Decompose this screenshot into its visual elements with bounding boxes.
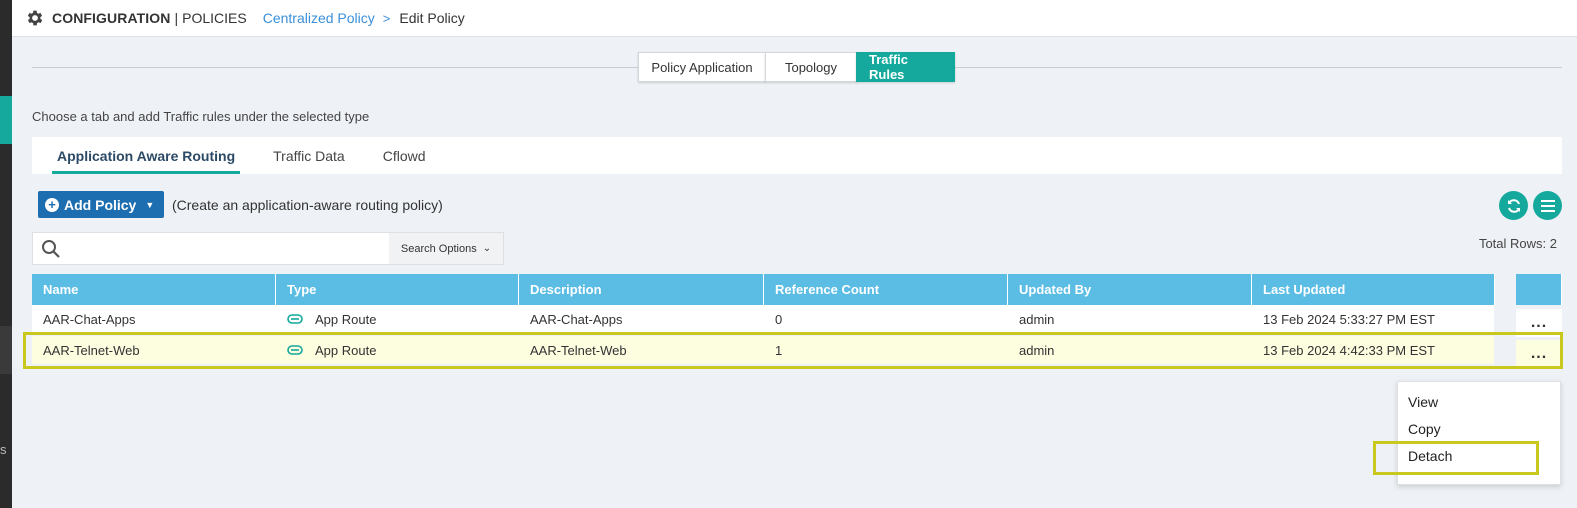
header-gap — [1495, 274, 1516, 305]
app-route-icon — [287, 314, 303, 324]
tab-policy-application[interactable]: Policy Application — [638, 52, 766, 82]
gear-icon — [27, 10, 43, 26]
breadcrumb-centralized-policy[interactable]: Centralized Policy — [263, 10, 375, 26]
column-header-last-updated[interactable]: Last Updated — [1252, 274, 1495, 305]
column-header-reference-count[interactable]: Reference Count — [764, 274, 1008, 305]
cell-name: AAR-Chat-Apps — [43, 311, 136, 327]
caret-down-icon: ▼ — [145, 199, 155, 210]
search-options-dropdown[interactable]: Search Options ⌄ — [389, 233, 503, 264]
left-nav-active-item[interactable] — [0, 96, 12, 144]
search-input[interactable] — [67, 233, 389, 264]
search-options-label: Search Options — [400, 242, 477, 255]
left-nav-item[interactable] — [0, 326, 12, 374]
tab-traffic-data[interactable]: Traffic Data — [268, 137, 350, 174]
column-header-name[interactable]: Name — [32, 274, 276, 305]
tab-application-aware-routing[interactable]: Application Aware Routing — [52, 137, 241, 174]
chevron-down-icon: ⌄ — [482, 243, 492, 254]
total-rows-count: Total Rows: 2 — [1478, 236, 1557, 251]
policy-tabs: Policy Application Topology Traffic Rule… — [638, 52, 955, 82]
plus-circle-icon: + — [45, 197, 59, 212]
instruction-text: Choose a tab and add Traffic rules under… — [32, 109, 370, 124]
add-policy-hint: (Create an application-aware routing pol… — [172, 197, 443, 213]
refresh-button[interactable] — [1499, 191, 1528, 220]
page-header: CONFIGURATION | POLICIES Centralized Pol… — [12, 0, 1577, 37]
menu-item-view[interactable]: View — [1408, 394, 1438, 410]
breadcrumb-current: Edit Policy — [399, 10, 465, 26]
table-menu-button[interactable] — [1533, 191, 1562, 220]
section-title: CONFIGURATION — [52, 10, 171, 26]
table-header: Name Type Description Reference Count Up… — [32, 274, 1562, 305]
row-highlight-box — [23, 332, 1563, 369]
rule-type-tabs: Application Aware Routing Traffic Data C… — [32, 137, 1562, 174]
cell-type: App Route — [276, 305, 519, 333]
detach-highlight-box — [1373, 441, 1539, 475]
left-nav-label-fragment: s — [0, 442, 7, 457]
hamburger-icon — [1540, 199, 1555, 212]
column-header-actions — [1516, 274, 1562, 305]
cell-reference-count: 0 — [775, 311, 783, 327]
table-row[interactable]: AAR-Chat-Apps App Route AAR-Chat-Apps 0 … — [32, 305, 1494, 333]
add-policy-button[interactable]: + Add Policy ▼ — [38, 191, 164, 218]
left-nav-strip: s — [0, 0, 12, 508]
search-icon — [42, 239, 60, 258]
tab-topology[interactable]: Topology — [765, 52, 857, 82]
column-header-description[interactable]: Description — [519, 274, 764, 305]
breadcrumb-chevron: > — [382, 10, 391, 26]
cell-type-label: App Route — [315, 311, 377, 327]
tab-traffic-rules[interactable]: Traffic Rules — [856, 52, 955, 82]
tab-cflowd[interactable]: Cflowd — [378, 137, 431, 174]
cell-last-updated: 13 Feb 2024 5:33:27 PM EST — [1263, 311, 1435, 327]
more-icon: ... — [1530, 314, 1548, 331]
cell-updated-by: admin — [1019, 311, 1055, 327]
column-header-type[interactable]: Type — [276, 274, 519, 305]
subsection-title: POLICIES — [182, 10, 247, 26]
column-header-updated-by[interactable]: Updated By — [1008, 274, 1252, 305]
cell-description: AAR-Chat-Apps — [530, 311, 623, 327]
add-policy-label: Add Policy — [64, 196, 137, 213]
menu-item-copy[interactable]: Copy — [1408, 421, 1441, 437]
title-separator: | — [174, 10, 179, 26]
refresh-icon — [1507, 198, 1520, 213]
search-bar: Search Options ⌄ — [32, 232, 504, 265]
